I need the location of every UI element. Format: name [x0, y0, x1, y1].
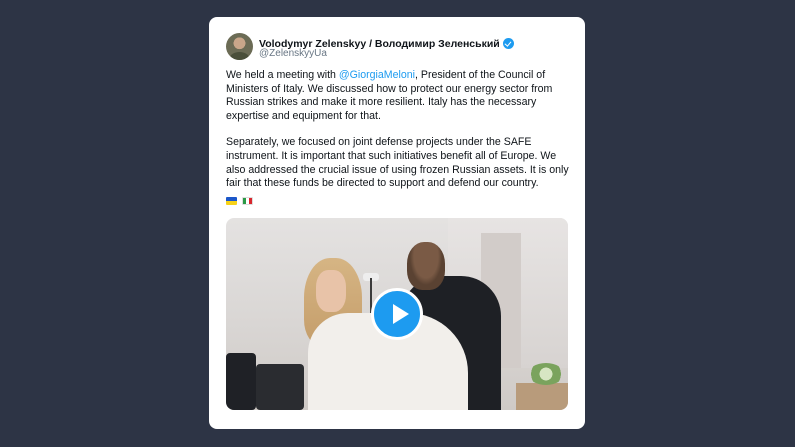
- author-handle[interactable]: @ZelenskyyUa: [259, 48, 327, 59]
- flag-italy-icon: [242, 197, 253, 205]
- video-thumbnail[interactable]: [226, 218, 568, 410]
- person-woman-face: [316, 270, 346, 312]
- avatar[interactable]: [226, 33, 253, 60]
- flag-ukraine-icon: [226, 197, 237, 205]
- side-table: [516, 383, 568, 410]
- person-man-head: [407, 242, 445, 290]
- verified-badge-icon: [502, 38, 514, 49]
- tweet-header: Volodymyr Zelenskyy / Володимир Зеленськ…: [226, 33, 571, 63]
- flag-emojis: [226, 197, 253, 205]
- flower-arrangement: [528, 363, 564, 385]
- tweet-paragraph-1: We held a meeting with @GiorgiaMeloni, P…: [226, 69, 571, 123]
- tweet-card: Volodymyr Zelenskyy / Володимир Зеленськ…: [209, 17, 585, 429]
- tweet-paragraph-2: Separately, we focused on joint defense …: [226, 136, 569, 190]
- text-segment: We held a meeting with: [226, 69, 339, 81]
- chair: [226, 353, 256, 410]
- chair: [256, 364, 304, 410]
- tweet-text: We held a meeting with @GiorgiaMeloni, P…: [226, 69, 571, 204]
- mention-link[interactable]: @GiorgiaMeloni: [339, 69, 415, 81]
- play-icon[interactable]: [371, 288, 423, 340]
